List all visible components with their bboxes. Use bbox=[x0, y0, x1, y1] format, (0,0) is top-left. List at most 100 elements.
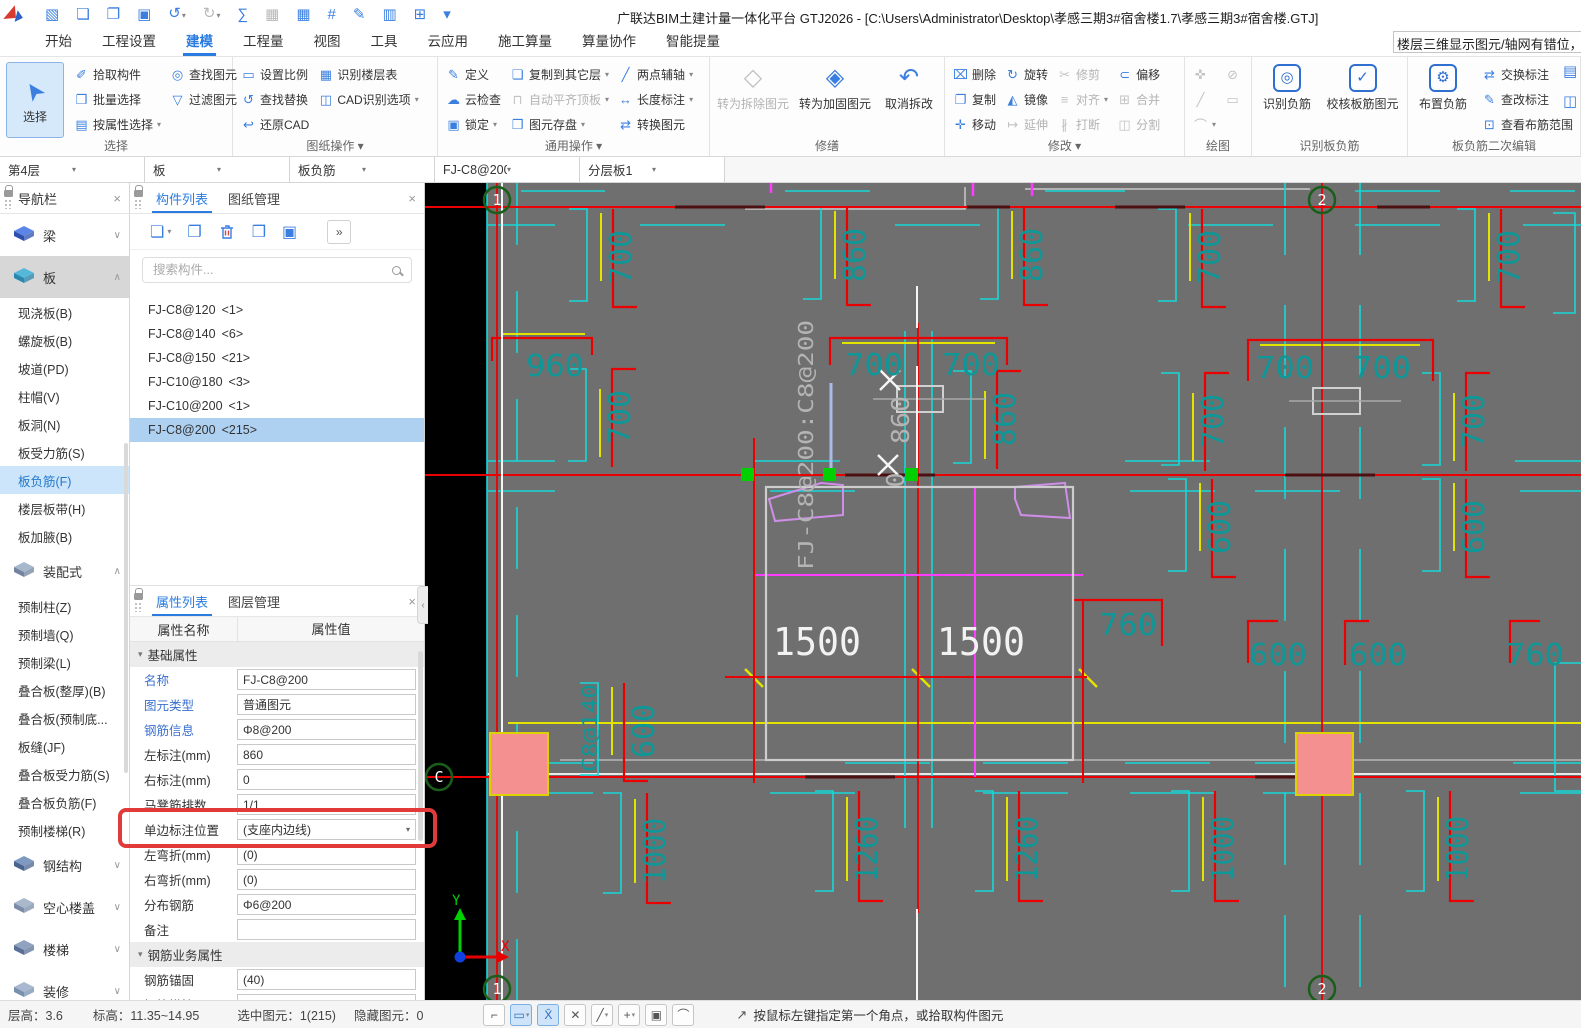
property-value-单边标注位置[interactable]: (支座内边线) ▾ bbox=[237, 819, 416, 840]
property-section-钢筋业务属性[interactable]: ▾ 钢筋业务属性 bbox=[130, 942, 424, 967]
btn-cancel-demolition[interactable]: ↶ 取消拆改 bbox=[880, 62, 938, 113]
btn-break[interactable]: ∦ 打断 bbox=[1055, 116, 1110, 133]
nav-group-decoration[interactable]: 装修 ∨ bbox=[0, 970, 129, 1000]
tab-layer-management[interactable]: 图层管理 bbox=[218, 586, 290, 616]
btn-restore-cad[interactable]: ↩ 还原CAD bbox=[239, 116, 311, 133]
image-button[interactable]: ▣ bbox=[645, 1003, 668, 1026]
btn-identify-floor-table[interactable]: ▦ 识别楼层表 bbox=[316, 66, 420, 83]
btn-offset[interactable]: ⊂ 偏移 bbox=[1115, 66, 1162, 83]
btn-view-rebar-range[interactable]: ⊡ 查看布筋范围 bbox=[1480, 116, 1575, 133]
btn-filter-element[interactable]: ▽ 过滤图元 bbox=[168, 91, 239, 108]
menu-tab-施工算量[interactable]: 施工算量 bbox=[483, 27, 567, 56]
nav-item-板缝(JF)[interactable]: 板缝(JF) bbox=[0, 732, 129, 760]
nav-item-预制梁(L)[interactable]: 预制梁(L) bbox=[0, 648, 129, 676]
nav-item-预制楼梯(R)[interactable]: 预制楼梯(R) bbox=[0, 816, 129, 844]
layer-copy-icon[interactable]: ❒ bbox=[252, 222, 266, 242]
edit-icon[interactable]: ✎ bbox=[353, 5, 366, 25]
btn-convert-to-reinforcement[interactable]: ◈ 转为加固图元 bbox=[798, 62, 872, 113]
panel-grip[interactable] bbox=[130, 588, 146, 612]
btn-length-annotation[interactable]: ↔ 长度标注 ▾ bbox=[616, 91, 695, 108]
selector-板[interactable]: 板 ▾ bbox=[145, 157, 290, 182]
nav-group-beam[interactable]: 梁 ∨ bbox=[0, 214, 129, 256]
menu-tab-建模[interactable]: 建模 bbox=[171, 27, 228, 56]
component-item-FJ-C10@200[interactable]: FJ-C10@200 <1> bbox=[130, 394, 424, 418]
menu-tab-算量协作[interactable]: 算量协作 bbox=[567, 27, 651, 56]
group-label-图纸操作[interactable]: 图纸操作 ▾ bbox=[233, 137, 437, 154]
menu-tab-工程设置[interactable]: 工程设置 bbox=[87, 27, 171, 56]
save-icon[interactable]: ▣ bbox=[137, 5, 151, 25]
btn-two-point-aux-axis[interactable]: ╱ 两点辅轴 ▾ bbox=[616, 66, 695, 83]
point-snap-button[interactable]: + ▾ bbox=[618, 1003, 641, 1026]
tab-drawing-management[interactable]: 图纸管理 bbox=[218, 183, 290, 213]
calculate-icon[interactable]: ∑ bbox=[237, 5, 248, 25]
component-item-FJ-C10@180[interactable]: FJ-C10@180 <3> bbox=[130, 370, 424, 394]
nav-item-柱帽(V)[interactable]: 柱帽(V) bbox=[0, 382, 129, 410]
selector-FJ-C8@200[interactable]: FJ-C8@200 ▾ bbox=[435, 157, 580, 182]
property-value-分布钢筋[interactable]: Φ6@200 bbox=[237, 894, 416, 915]
btn-set-scale[interactable]: ▭ 设置比例 bbox=[239, 66, 311, 83]
select-mode-icon[interactable]: ▧ bbox=[45, 5, 59, 25]
property-value-左标注(mm)[interactable]: 860 bbox=[237, 744, 416, 765]
btn-find-replace[interactable]: ↺ 查找替换 bbox=[239, 91, 311, 108]
btn-batch-select[interactable]: ❒ 批量选择 bbox=[72, 91, 163, 108]
nav-group-stairs[interactable]: 楼梯 ∨ bbox=[0, 928, 129, 970]
nav-item-现浇板(B)[interactable]: 现浇板(B) bbox=[0, 298, 129, 326]
close-icon[interactable]: × bbox=[113, 191, 121, 206]
btn-draw-point[interactable]: ✜ bbox=[1191, 67, 1218, 83]
btn-align[interactable]: ≡ 对齐 ▾ bbox=[1055, 91, 1110, 108]
arc-tool-button[interactable]: ⌒ bbox=[672, 1003, 695, 1026]
property-scrollbar[interactable] bbox=[418, 651, 423, 841]
btn-define[interactable]: ✎ 定义 bbox=[444, 66, 503, 83]
cad-drawing[interactable]: Y X 1 2 1 2 C 700 860 860 700 700 700 860 700 700 600… bbox=[424, 183, 1581, 1004]
search-input[interactable] bbox=[153, 263, 386, 277]
nav-group-steel[interactable]: 钢结构 ∨ bbox=[0, 844, 129, 886]
btn-auto-align-top-slab[interactable]: ⊓ 自动平齐顶板 ▾ bbox=[508, 91, 611, 108]
nav-item-叠合板受力筋(S)[interactable]: 叠合板受力筋(S) bbox=[0, 760, 129, 788]
property-value-图元类型[interactable]: 普通图元 bbox=[237, 694, 416, 715]
property-section-基础属性[interactable]: ▾ 基础属性 bbox=[130, 642, 424, 667]
group-label-通用操作[interactable]: 通用操作 ▾ bbox=[438, 137, 709, 154]
btn-find-element[interactable]: ◎ 查找图元 bbox=[168, 66, 239, 83]
btn-lock[interactable]: ▣ 锁定 ▾ bbox=[444, 116, 503, 133]
btn-split[interactable]: ◫ 分割 bbox=[1115, 116, 1162, 133]
close-icon[interactable]: × bbox=[408, 191, 416, 206]
group-label-修改[interactable]: 修改 ▾ bbox=[945, 137, 1184, 154]
nav-group-prefab[interactable]: 装配式 ∧ bbox=[0, 550, 129, 592]
redo-icon[interactable]: ↻▾ bbox=[203, 4, 221, 26]
tab-component-list[interactable]: 构件列表 bbox=[146, 183, 218, 213]
new-component-icon[interactable]: ❏ ▾ bbox=[150, 222, 171, 242]
menu-tab-工具[interactable]: 工具 bbox=[356, 27, 413, 56]
component-item-FJ-C8@150[interactable]: FJ-C8@150 <21> bbox=[130, 346, 424, 370]
btn-trim[interactable]: ✂ 修剪 bbox=[1055, 66, 1110, 83]
menu-tab-开始[interactable]: 开始 bbox=[30, 27, 87, 56]
search-box[interactable] bbox=[142, 257, 412, 283]
close-icon[interactable]: × bbox=[408, 594, 416, 609]
btn-select[interactable]: ➤ 选择 bbox=[6, 62, 64, 138]
btn-draw-line[interactable]: ╱ bbox=[1191, 92, 1218, 108]
btn-pick-element[interactable]: ✐ 拾取构件 bbox=[72, 66, 163, 83]
nav-item-叠合板负筋(F)[interactable]: 叠合板负筋(F) bbox=[0, 788, 129, 816]
nav-item-螺旋板(B)[interactable]: 螺旋板(B) bbox=[0, 326, 129, 354]
undo-icon[interactable]: ↺▾ bbox=[168, 4, 186, 26]
selector-板负筋[interactable]: 板负筋 ▾ bbox=[290, 157, 435, 182]
selector-第4层[interactable]: 第4层 ▾ bbox=[0, 157, 145, 182]
panel-grip[interactable] bbox=[130, 185, 146, 209]
property-value-马凳筋排数[interactable]: 1/1 bbox=[237, 794, 416, 815]
menu-tab-智能提量[interactable]: 智能提量 bbox=[651, 27, 735, 56]
btn-draw-arc[interactable]: ⌒ ▾ bbox=[1191, 115, 1218, 134]
delete-component-icon[interactable] bbox=[218, 223, 236, 241]
btn-check-edit-annotation[interactable]: ✎ 查改标注 bbox=[1480, 91, 1575, 108]
btn-swap-annotation[interactable]: ⇄ 交换标注 bbox=[1480, 66, 1575, 83]
property-value-右弯折(mm)[interactable]: (0) bbox=[237, 869, 416, 890]
cad-canvas-area[interactable]: Y X 1 2 1 2 C 700 860 860 700 700 700 860 700 700 600… bbox=[424, 183, 1581, 1004]
property-value-左弯折(mm)[interactable]: (0) bbox=[237, 844, 416, 865]
menu-tab-工程量[interactable]: 工程量 bbox=[228, 27, 299, 56]
box-select-button[interactable]: ▭ ▾ bbox=[510, 1003, 533, 1026]
component-item-FJ-C8@140[interactable]: FJ-C8@140 <6> bbox=[130, 322, 424, 346]
nav-group-slab[interactable]: 板 ∧ bbox=[0, 256, 129, 298]
film-icon[interactable]: ▥ bbox=[382, 5, 396, 25]
btn-copy-to-other-floor[interactable]: ❏ 复制到其它层 ▾ bbox=[508, 66, 611, 83]
expand-toolbar-icon[interactable]: » bbox=[327, 219, 352, 244]
component-item-FJ-C8@120[interactable]: FJ-C8@120 <1> bbox=[130, 298, 424, 322]
property-value-钢筋信息[interactable]: Φ8@200 bbox=[237, 719, 416, 740]
